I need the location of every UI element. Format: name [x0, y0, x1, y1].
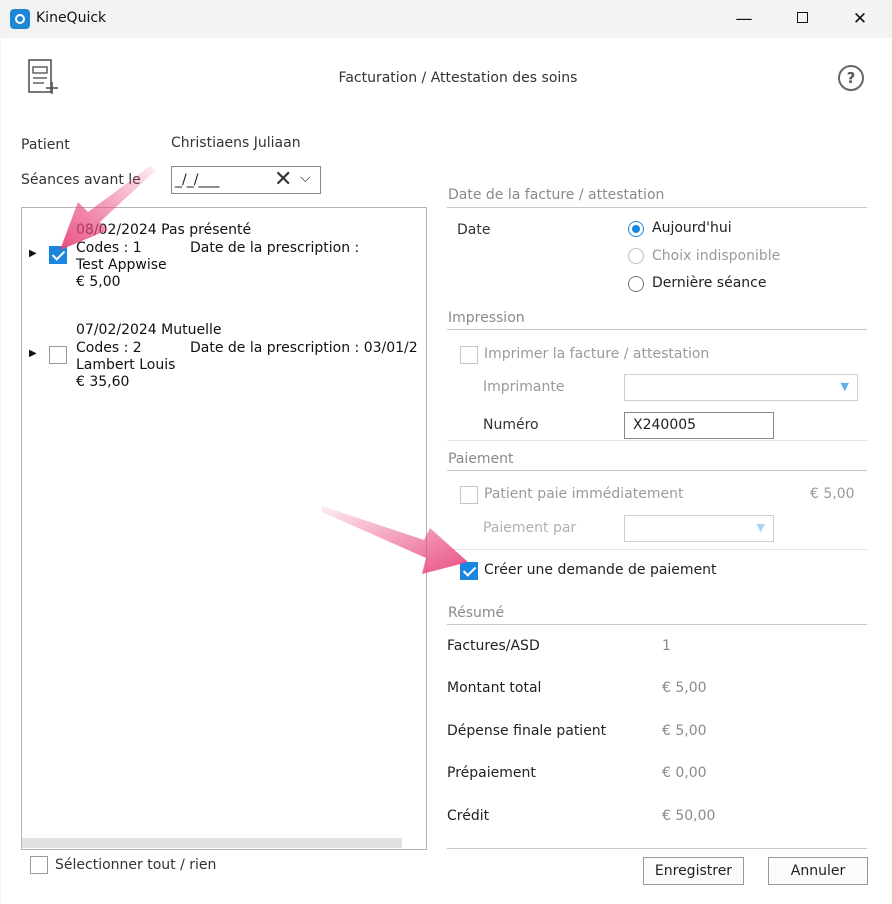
expand-arrow-icon[interactable]: ▶	[29, 348, 37, 359]
session-prescription: Date de la prescription :	[190, 240, 360, 256]
session-checkbox[interactable]	[49, 346, 67, 364]
save-button[interactable]: Enregistrer	[643, 857, 744, 885]
date-label: Date	[457, 222, 491, 238]
page-title: Facturation / Attestation des soins	[338, 70, 578, 86]
session-amount: € 35,60	[76, 374, 130, 390]
clear-date-icon[interactable]: ✕	[274, 168, 292, 192]
seances-before-label: Séances avant le	[21, 172, 141, 188]
close-button[interactable]: ✕	[831, 0, 889, 38]
payment-by-label: Paiement par	[483, 520, 577, 536]
list-item[interactable]: ▶ 07/02/2024 Mutuelle Codes : 2 Date de …	[22, 308, 426, 398]
printer-select[interactable]: ▼	[624, 374, 858, 401]
immediate-payment-checkbox[interactable]	[460, 486, 478, 504]
horizontal-scrollbar[interactable]	[22, 838, 402, 848]
impression-section-title: Impression	[448, 310, 525, 326]
number-input[interactable]: X240005	[624, 412, 774, 439]
session-date-status: 07/02/2024 Mutuelle	[76, 322, 222, 338]
cancel-button[interactable]: Annuler	[768, 857, 868, 885]
divider	[447, 549, 867, 550]
select-all-label[interactable]: Sélectionner tout / rien	[55, 857, 216, 873]
session-codes: Codes : 1	[76, 240, 142, 256]
summary-value-credit: € 50,00	[662, 808, 716, 824]
expand-arrow-icon[interactable]: ▶	[29, 248, 37, 259]
summary-value-patient-expense: € 5,00	[662, 723, 707, 739]
patient-label: Patient	[21, 137, 70, 153]
summary-label-patient-expense: Dépense finale patient	[447, 723, 607, 739]
radio-today[interactable]	[628, 221, 644, 237]
session-therapist: Test Appwise	[76, 257, 167, 273]
printer-label: Imprimante	[483, 379, 565, 395]
list-item[interactable]: ▶ 08/02/2024 Pas présenté Codes : 1 Date…	[22, 208, 426, 298]
paiement-section-title: Paiement	[448, 451, 514, 467]
session-date-status: 08/02/2024 Pas présenté	[76, 222, 252, 238]
minimize-button[interactable]: —	[715, 0, 773, 38]
date-value[interactable]: _/_/___	[175, 172, 219, 188]
divider	[447, 207, 867, 208]
chevron-down-icon[interactable]: ⌵	[300, 170, 311, 186]
immediate-payment-label[interactable]: Patient paie immédiatement	[484, 486, 683, 502]
dropdown-arrow-icon[interactable]: ▼	[757, 521, 765, 534]
immediate-payment-amount: € 5,00	[810, 486, 855, 502]
session-prescription: Date de la prescription : 03/01/2	[190, 340, 418, 356]
kinequick-logo-icon	[10, 9, 30, 29]
summary-value-prepayment: € 0,00	[662, 765, 707, 781]
summary-value-invoices: 1	[662, 638, 671, 654]
divider	[447, 329, 867, 330]
summary-label-credit: Crédit	[447, 808, 490, 824]
divider	[447, 470, 867, 471]
radio-unavailable-label: Choix indisponible	[652, 248, 781, 264]
payment-request-checkbox[interactable]	[460, 562, 478, 580]
session-checkbox[interactable]	[49, 246, 67, 264]
summary-label-invoices: Factures/ASD	[447, 638, 540, 654]
session-amount: € 5,00	[76, 274, 121, 290]
radio-today-label[interactable]: Aujourd'hui	[652, 220, 732, 236]
summary-value-total: € 5,00	[662, 680, 707, 696]
radio-last-session[interactable]	[628, 276, 644, 292]
summary-label-total: Montant total	[447, 680, 542, 696]
print-invoice-label[interactable]: Imprimer la facture / attestation	[484, 346, 709, 362]
print-invoice-checkbox[interactable]	[460, 346, 478, 364]
select-all-checkbox[interactable]	[30, 856, 48, 874]
number-label: Numéro	[483, 417, 539, 433]
help-icon[interactable]: ?	[838, 65, 864, 91]
resume-section-title: Résumé	[448, 605, 505, 621]
session-codes: Codes : 2	[76, 340, 142, 356]
radio-unavailable	[628, 248, 644, 264]
seances-date-picker[interactable]: _/_/___ ✕ ⌵	[171, 166, 321, 194]
maximize-button[interactable]	[773, 0, 831, 38]
session-list[interactable]: ▶ 08/02/2024 Pas présenté Codes : 1 Date…	[21, 207, 427, 850]
radio-last-session-label[interactable]: Dernière séance	[652, 275, 766, 291]
session-therapist: Lambert Louis	[76, 357, 176, 373]
window-title: KineQuick	[36, 10, 107, 26]
divider	[447, 624, 867, 625]
dropdown-arrow-icon[interactable]: ▼	[841, 380, 849, 393]
payment-request-label[interactable]: Créer une demande de paiement	[484, 562, 717, 578]
date-section-title: Date de la facture / attestation	[448, 187, 665, 203]
maximize-icon	[796, 12, 808, 23]
divider	[447, 440, 867, 441]
patient-name: Christiaens Juliaan	[171, 135, 301, 151]
summary-label-prepayment: Prépaiement	[447, 765, 536, 781]
divider	[447, 848, 867, 849]
payment-method-select[interactable]: ▼	[624, 515, 774, 542]
